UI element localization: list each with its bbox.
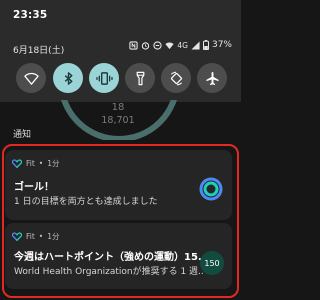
network-type: 4G (177, 40, 188, 50)
clock: 23:35 (13, 9, 48, 21)
signal-icon (191, 40, 200, 50)
alarm-icon (141, 41, 150, 50)
bluetooth-tile[interactable] (53, 63, 83, 93)
wifi-icon (23, 72, 39, 85)
battery-percent: 37% (211, 40, 232, 50)
airplane-icon (205, 71, 219, 85)
highlight-box (2, 144, 239, 298)
background-steps-number: 18,701 (101, 115, 135, 126)
wifi-tile[interactable] (16, 63, 46, 93)
battery-icon (202, 40, 209, 50)
airplane-mode-tile[interactable] (197, 63, 227, 93)
flashlight-icon (136, 71, 144, 85)
fit-ring-background: 18 18,701 (58, 100, 178, 140)
background-top-number: 18 (111, 102, 125, 113)
wifi-status-icon (165, 41, 174, 50)
quick-settings-panel: 23:35 6月18日(土) 4G 37% (0, 0, 241, 102)
notifications-section-label: 通知 (13, 130, 32, 140)
vibrate-tile[interactable] (89, 63, 119, 93)
nfc-icon (129, 40, 139, 50)
bluetooth-icon (64, 71, 72, 85)
status-icons: 4G 37% (129, 40, 232, 50)
auto-rotate-tile[interactable] (161, 63, 191, 93)
dnd-icon (153, 40, 163, 50)
date-label[interactable]: 6月18日(土) (13, 43, 64, 56)
auto-rotate-icon (170, 71, 182, 85)
vibrate-icon (95, 71, 113, 85)
flashlight-tile[interactable] (125, 63, 155, 93)
quick-tiles-row (0, 63, 241, 93)
